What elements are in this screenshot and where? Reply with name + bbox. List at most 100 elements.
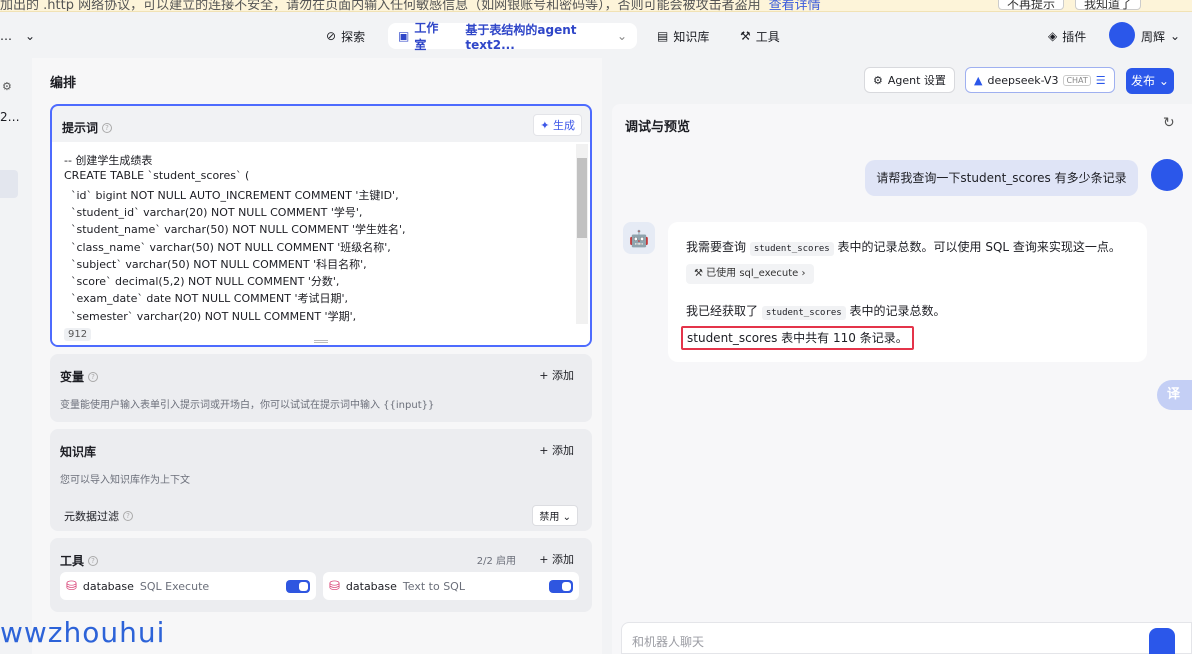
got-it-button[interactable]: 我知道了	[1075, 0, 1142, 11]
banner-link[interactable]: 查看详情	[769, 0, 821, 11]
tool-desc: SQL Execute	[139, 579, 210, 593]
add-tool-button[interactable]: + 添加	[539, 551, 574, 567]
prompt-card: 提示词 ? ✦ 生成 912 -- 创建学生成绩表 CREATE TABLE `s…	[50, 104, 592, 347]
tool-toggle[interactable]	[286, 580, 310, 593]
tool-card[interactable]: ⛁ database Text to SQL	[323, 572, 579, 600]
model-selector[interactable]: ▲ deepseek-V3 CHAT ☰	[965, 67, 1115, 93]
send-button[interactable]	[1149, 628, 1175, 654]
chevron-down-icon: ⌄	[1170, 29, 1181, 43]
tools-section: 工具 ? 2/2 启用 + 添加 ⛁ database SQL Execute …	[50, 538, 592, 612]
tool-used-label: 已使用 sql_execute	[706, 268, 799, 279]
cube-icon: ◈	[1048, 29, 1058, 43]
chevron-down-icon: ⌄	[562, 512, 571, 523]
tool-desc: Text to SQL	[402, 579, 465, 593]
publish-button[interactable]: 发布 ⌄	[1126, 68, 1174, 94]
tools-enabled-count: 2/2 启用	[476, 556, 516, 567]
user-name: 周辉	[1141, 29, 1166, 44]
nav-tools-label: 工具	[755, 29, 780, 44]
variables-section: 变量 ? + 添加 变量能使用户输入表单引入提示词或开场白，你可以试试在提示词中…	[50, 354, 592, 422]
inline-code: student_scores	[761, 306, 846, 320]
prompt-code-line: `student_id` varchar(20) NOT NULL COMMEN…	[64, 205, 363, 219]
sidebar-item-truncated[interactable]: 2…	[0, 110, 20, 124]
current-app-name[interactable]: 基于表结构的agent text2...	[465, 21, 612, 52]
nav-plugins[interactable]: ◈ 插件	[1048, 23, 1086, 49]
help-icon[interactable]: ?	[88, 555, 99, 566]
metadata-filter-select[interactable]: 禁用 ⌄	[532, 505, 578, 526]
scrollbar-thumb[interactable]	[577, 158, 587, 238]
user-avatar[interactable]	[1109, 22, 1135, 48]
nav-knowledge[interactable]: ▤ 知识库	[657, 23, 709, 49]
prompt-title: 提示词 ?	[62, 119, 113, 136]
tools-title: 工具 ?	[60, 552, 99, 569]
preview-panel: 调试与预览 ↻ 请帮我查询一下student_scores 有多少条记录 🤖 我…	[612, 104, 1192, 654]
chevron-down-icon: ⌄	[25, 29, 36, 43]
tool-card[interactable]: ⛁ database SQL Execute	[60, 572, 316, 600]
help-icon[interactable]: ?	[88, 371, 99, 382]
nav-explore[interactable]: ⊘ 探索	[326, 23, 365, 49]
watermark: wwzhouhui	[0, 616, 166, 649]
generate-button[interactable]: ✦ 生成	[533, 114, 582, 136]
prompt-code-line: `score` decimal(5,2) NOT NULL COMMENT '分…	[64, 275, 340, 289]
book-icon: ▤	[657, 29, 669, 43]
model-logo-icon: ▲	[974, 73, 983, 87]
nav-tools[interactable]: ⚒ 工具	[740, 23, 780, 49]
prompt-scrollbar[interactable]	[576, 144, 588, 324]
generate-label: 生成	[553, 119, 575, 132]
nav-plugins-label: 插件	[1062, 29, 1087, 44]
knowledge-desc: 您可以导入知识库作为上下文	[60, 475, 190, 486]
tool-toggle[interactable]	[549, 580, 573, 593]
chevron-right-icon: ›	[801, 268, 806, 279]
publish-label: 发布	[1131, 74, 1156, 88]
resize-handle[interactable]	[314, 340, 328, 343]
add-variable-button[interactable]: + 添加	[539, 367, 574, 383]
database-icon: ⛁	[66, 578, 77, 594]
knowledge-section: 知识库 + 添加 您可以导入知识库作为上下文 元数据过滤 ? 禁用 ⌄	[50, 429, 592, 531]
variables-title: 变量 ?	[60, 368, 99, 385]
bot-text: 我已经获取了	[686, 304, 759, 318]
settings-icon[interactable]: ⚙	[2, 80, 12, 93]
chevron-icon: ⌄	[616, 29, 627, 43]
metadata-filter: 元数据过滤 ?	[64, 508, 133, 524]
nav-studio[interactable]: ▣ 工作室 基于表结构的agent text2... ⌄	[388, 21, 637, 52]
prompt-code-line: `exam_date` date NOT NULL COMMENT '考试日期'…	[64, 292, 349, 306]
editor-title: 编排	[50, 76, 77, 91]
metadata-filter-label: 元数据过滤	[64, 510, 119, 523]
robot-icon: 🤖	[629, 228, 649, 248]
prompt-textarea[interactable]: 912 -- 创建学生成绩表 CREATE TABLE `student_scor…	[52, 142, 590, 345]
prompt-label: 提示词	[62, 121, 99, 135]
prompt-code-line: CREATE TABLE `student_scores` (	[64, 169, 250, 183]
help-icon[interactable]: ?	[102, 122, 113, 133]
tools-label: 工具	[60, 554, 85, 568]
agent-settings-label: Agent 设置	[887, 74, 946, 87]
bot-text: 表中的记录总数。	[849, 304, 946, 318]
workspace-dropdown[interactable]: … ⌄	[0, 23, 35, 49]
user-message: 请帮我查询一下student_scores 有多少条记录	[865, 160, 1138, 196]
robot-icon: ▣	[398, 29, 410, 43]
dont-show-button[interactable]: 不再提示	[998, 0, 1065, 11]
tool-used-chip[interactable]: ⚒ 已使用 sql_execute ›	[686, 264, 814, 284]
hammer-icon: ⚒	[740, 29, 751, 43]
bot-avatar: 🤖	[623, 222, 655, 254]
user-menu[interactable]: 周辉 ⌄	[1141, 23, 1180, 49]
model-tag: CHAT	[1063, 74, 1091, 86]
help-icon[interactable]: ?	[123, 511, 133, 521]
nav-studio-label: 工作室	[414, 21, 439, 52]
banner-text: 加出的 .http 网络协议，可以建立的连接不安全，请勿在页面内输入任何敏感信息…	[0, 0, 821, 12]
top-nav: … ⌄ ⊘ 探索 ▣ 工作室 基于表结构的agent text2... ⌄ ▤ …	[0, 12, 1192, 58]
refresh-icon[interactable]: ↻	[1163, 115, 1175, 131]
agent-settings-button[interactable]: ⚙ Agent 设置	[864, 67, 955, 93]
nav-knowledge-label: 知识库	[673, 29, 710, 44]
sidebar-active-item[interactable]	[0, 170, 18, 198]
database-icon: ⛁	[329, 578, 340, 594]
bot-line-1: 我需要查询 student_scores 表中的记录总数。可以使用 SQL 查询…	[686, 238, 1121, 256]
char-count: 912	[64, 328, 92, 341]
knowledge-title: 知识库	[60, 443, 96, 460]
filter-value: 禁用	[539, 512, 560, 523]
translate-button[interactable]: 译	[1157, 380, 1192, 410]
prompt-code-line: `subject` varchar(50) NOT NULL COMMENT '…	[64, 257, 367, 271]
add-knowledge-button[interactable]: + 添加	[539, 442, 574, 458]
bot-line-2: 我已经获取了 student_scores 表中的记录总数。	[686, 302, 946, 320]
chat-input-placeholder: 和机器人聊天	[632, 635, 705, 649]
chat-input[interactable]: 和机器人聊天	[621, 622, 1192, 654]
compass-icon: ⊘	[326, 29, 337, 43]
